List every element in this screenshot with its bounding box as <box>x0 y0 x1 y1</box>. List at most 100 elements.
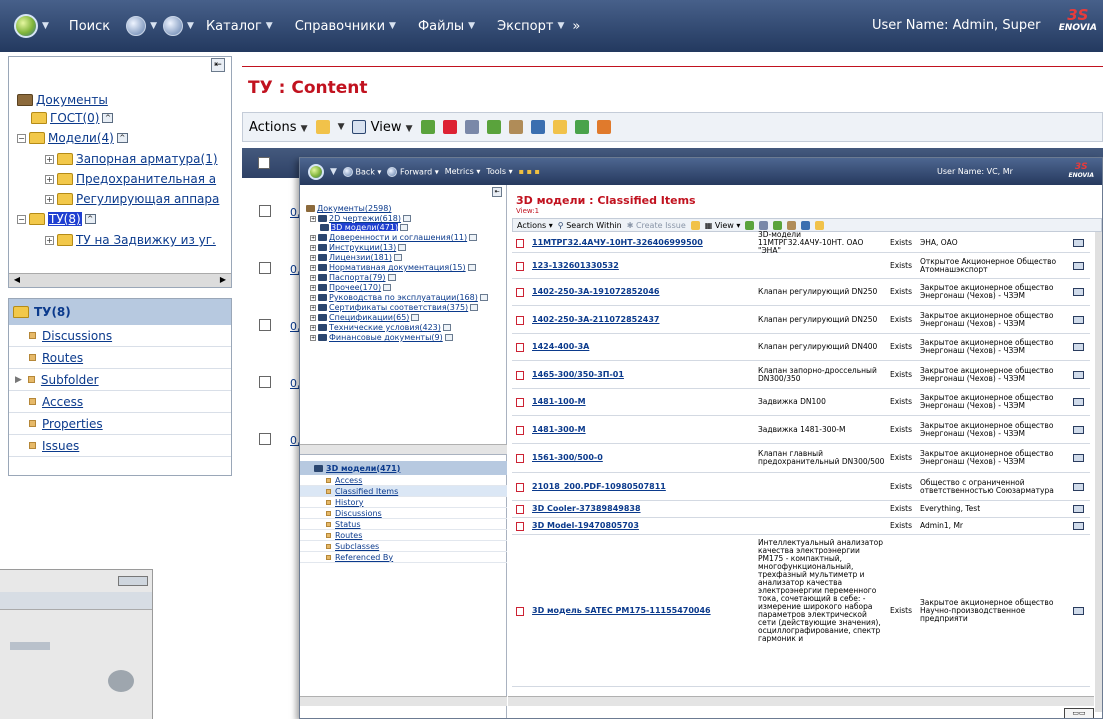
row-checkbox[interactable] <box>259 262 271 274</box>
properties-icon[interactable] <box>1073 261 1084 270</box>
table-row[interactable]: 1424-400-3А Клапан регулирующий DN400 Ex… <box>512 334 1090 361</box>
row-name-link[interactable]: 21018_200.PDF-10980507811 <box>532 482 666 491</box>
wtree-node-label[interactable]: Финансовые документы(9) <box>329 333 443 342</box>
expand-icon[interactable]: + <box>310 334 316 341</box>
app-globe-menu[interactable]: ▼ <box>14 14 49 38</box>
properties-icon[interactable] <box>1073 505 1084 513</box>
properties-icon[interactable] <box>1073 370 1084 379</box>
up-arrow-icon[interactable] <box>411 314 420 321</box>
tree-node-gost[interactable]: ГОСТ(0) ^ <box>31 111 114 125</box>
nav-item-discussions[interactable]: Discussions <box>9 325 231 347</box>
wtree-horizontal-scrollbar[interactable] <box>300 444 507 454</box>
table-row[interactable]: 21018_200.PDF-10980507811 Exists Обществ… <box>512 473 1090 501</box>
wtree-node[interactable]: + Прочее(170) <box>310 283 392 292</box>
expand-icon[interactable]: + <box>310 215 316 222</box>
wtree-node[interactable]: + Технические условия(423) <box>310 323 451 332</box>
up-arrow-icon[interactable] <box>398 244 407 251</box>
filter-icon[interactable] <box>420 120 435 134</box>
checkmark-icon[interactable] <box>442 120 457 134</box>
window-metrics-menu[interactable]: Metrics ▾ <box>445 167 481 176</box>
wtree-node[interactable]: + Спецификации(65) <box>310 313 420 322</box>
tree-node-valves[interactable]: + Запорная арматура(1) <box>45 152 218 166</box>
tree-node-safety[interactable]: + Предохранительная а <box>45 172 216 186</box>
wtree-node-label[interactable]: Доверенности и соглашения(11) <box>329 233 467 242</box>
nav-item-subfolder[interactable]: ▶ Subfolder <box>9 369 231 391</box>
row-name-link[interactable]: 1424-400-3А <box>532 342 589 351</box>
properties-icon[interactable] <box>1073 288 1084 296</box>
window-view-menu[interactable]: ▦ View ▾ <box>705 221 741 230</box>
expand-icon[interactable]: + <box>310 274 316 281</box>
table-row[interactable]: 3D Model-19470805703 Exists Admin1, Mr <box>512 518 1090 535</box>
expand-icon[interactable]: + <box>45 154 54 164</box>
window-vertical-scrollbar[interactable] <box>1095 232 1102 712</box>
up-arrow-icon[interactable] <box>467 264 476 271</box>
compare-icon[interactable] <box>759 220 769 230</box>
wtree-node-documents[interactable]: Документы(2598) <box>306 204 391 213</box>
wnav-header-label[interactable]: 3D модели(471) <box>326 464 400 473</box>
properties-icon[interactable] <box>1073 315 1084 324</box>
properties-icon[interactable] <box>1073 398 1084 406</box>
tree-node-label[interactable]: Запорная арматура(1) <box>76 152 218 166</box>
select-all-checkbox[interactable] <box>258 157 270 169</box>
up-arrow-icon[interactable] <box>470 304 479 311</box>
expand-icon[interactable]: + <box>310 324 316 331</box>
wnav-item-label[interactable]: Classified Items <box>335 487 398 496</box>
wtree-node-label-selected[interactable]: 3D модели(471) <box>331 223 398 232</box>
forward-button[interactable]: ▼ <box>163 16 194 36</box>
globe-icon[interactable] <box>308 163 324 180</box>
wtree-node-label[interactable]: Документы(2598) <box>317 204 391 213</box>
back-button[interactable]: ▼ <box>126 16 157 36</box>
table-row[interactable]: 1465-300/350-3П-01 Клапан запорно-дроссе… <box>512 361 1090 389</box>
spreadsheet-icon[interactable] <box>486 120 501 134</box>
nav-item-label[interactable]: Routes <box>42 351 83 365</box>
wtree-node-label[interactable]: Спецификации(65) <box>329 313 409 322</box>
up-arrow-icon[interactable] <box>400 224 408 231</box>
new-document-icon[interactable] <box>690 220 700 230</box>
expand-icon[interactable]: + <box>310 314 316 321</box>
scroll-left-icon[interactable]: ◀ <box>11 275 23 286</box>
export-icon[interactable] <box>801 220 811 230</box>
wnav-header[interactable]: 3D модели(471) <box>300 461 507 475</box>
tree-node-tu[interactable]: − ТУ(8) ^ <box>17 212 96 226</box>
wnav-item-label[interactable]: Status <box>335 520 361 529</box>
row-name-link[interactable]: 3D модель SATEC PM175-11155470046 <box>532 606 711 615</box>
up-arrow-icon[interactable] <box>479 294 488 301</box>
tree-node-models[interactable]: − Модели(4) ^ <box>17 131 128 145</box>
wtree-node[interactable]: + Паспорта(79) <box>310 273 396 282</box>
window-tools-menu[interactable]: Tools ▾ <box>486 167 512 176</box>
toolbar-icons[interactable]: ▪ ▪ ▪ <box>519 167 540 176</box>
wtree-node-selected[interactable]: 3D модели(471) <box>320 223 408 232</box>
row-name-link[interactable]: 11МТРГ32.4АЧУ-10НТ-326406999500 <box>532 238 703 247</box>
collapse-icon[interactable]: − <box>17 214 26 224</box>
menu-references[interactable]: Справочники ▼ <box>295 19 396 34</box>
more-menus-button[interactable]: » <box>572 19 580 34</box>
table-row[interactable]: 1561-300/500-0 Клапан главный предохрани… <box>512 444 1090 473</box>
expand-icon[interactable]: + <box>310 234 316 241</box>
row-name-link[interactable]: 1402-250-3А-191072852046 <box>532 287 659 296</box>
fullscreen-toggle-button[interactable]: ▭▭ <box>1064 708 1094 718</box>
wnav-item-label[interactable]: History <box>335 498 363 507</box>
properties-icon[interactable] <box>1073 606 1084 615</box>
properties-icon[interactable] <box>1073 482 1084 491</box>
collapse-panel-button[interactable]: ⇤ <box>492 187 502 197</box>
row-checkbox[interactable] <box>259 205 271 217</box>
table-row[interactable]: 3D модель SATEC PM175-11155470046 Интелл… <box>512 535 1090 687</box>
wtree-node[interactable]: + Инструкции(13) <box>310 243 407 252</box>
spreadsheet-icon[interactable] <box>773 220 783 230</box>
table-row[interactable]: 1402-250-3А-191072852046 Клапан регулиру… <box>512 279 1090 306</box>
wtree-node[interactable]: +2D чертежи(618) <box>310 214 412 223</box>
search-within-button[interactable]: ⚲ Search Within <box>558 221 622 230</box>
nav-item-properties[interactable]: Properties <box>9 413 231 435</box>
tree-horizontal-scrollbar[interactable]: ◀ ▶ <box>9 273 231 287</box>
promote-icon[interactable] <box>574 120 589 134</box>
nav-item-label[interactable]: Properties <box>42 417 103 431</box>
collapse-panel-button[interactable]: ⇤ <box>211 58 225 72</box>
wnav-item-access[interactable]: Access <box>300 475 507 486</box>
expand-icon[interactable]: + <box>310 244 316 251</box>
tree-node-tu-valve[interactable]: + ТУ на Задвижку из уг. <box>45 233 216 247</box>
row-name-link[interactable]: 3D Cooler-37389849838 <box>532 504 641 513</box>
nav-item-label[interactable]: Issues <box>42 439 79 453</box>
wtree-node[interactable]: + Лицензии(181) <box>310 253 402 262</box>
wtree-node-label[interactable]: Прочее(170) <box>329 283 381 292</box>
compare-icon[interactable] <box>464 120 479 134</box>
